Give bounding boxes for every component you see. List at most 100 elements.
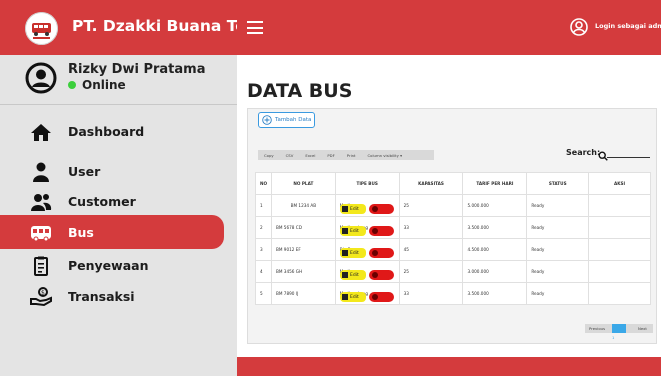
search-icon	[598, 146, 608, 161]
delete-icon	[372, 294, 378, 300]
sidebar-item-label: Penyewaan	[68, 257, 149, 273]
cell-no: 3	[255, 238, 272, 261]
pagination: Previous 1 Next	[585, 324, 653, 340]
sidebar-item-customer[interactable]: Customer	[0, 184, 237, 218]
sidebar: PT. Dzakki Buana Tour Rizky Dwi Pratama …	[0, 0, 265, 376]
cell-kapasitas: 25	[398, 260, 464, 283]
cell-tarif: 5.000.000	[462, 194, 528, 217]
hamburger-menu-icon[interactable]	[247, 21, 263, 34]
edit-icon	[342, 206, 348, 212]
add-data-button[interactable]: Tambah Data	[258, 112, 315, 128]
pager-next[interactable]: Next	[638, 326, 647, 331]
cell-tarif: 3.000.000	[462, 260, 528, 283]
edit-label: Edit	[350, 206, 359, 212]
cell-status: Ready	[526, 282, 590, 305]
cell-tarif: 3.500.000	[462, 282, 528, 305]
cell-plat: BM 5678 CD	[270, 216, 336, 239]
plus-circle-icon	[262, 115, 272, 125]
table-row: 2 BM 5678 CD Medium Long 33 3.500.000 Re…	[255, 216, 651, 239]
table-row: 5 BM 7890 IJ Medium Long 33 3.500.000 Re…	[255, 282, 651, 305]
column-header[interactable]: TARIF PER HARI	[462, 172, 528, 195]
cell-no: 5	[255, 282, 272, 305]
cell-kapasitas: 33	[398, 282, 464, 305]
export-excel-button[interactable]: Excel	[299, 153, 321, 158]
edit-icon	[342, 294, 348, 300]
edit-icon	[342, 272, 348, 278]
edit-button[interactable]: Edit	[340, 270, 366, 280]
delete-icon	[372, 272, 378, 278]
online-dot	[68, 81, 76, 89]
edit-button[interactable]: Edit	[340, 248, 366, 258]
brand-name: PT. Dzakki Buana Tour	[72, 17, 265, 35]
column-header[interactable]: NO	[255, 172, 272, 195]
cell-status: Ready	[526, 216, 590, 239]
sidebar-item-bus[interactable]: Bus	[0, 215, 224, 249]
user-status: Online	[68, 78, 126, 92]
table-header-row: NO NO PLAT TIPE BUS KAPASITAS TARIF PER …	[255, 172, 651, 195]
export-toolbar: Copy CSV Excel PDF Print Column visibili…	[258, 150, 434, 160]
sidebar-item-label: Dashboard	[68, 123, 145, 139]
export-copy-button[interactable]: Copy	[258, 153, 280, 158]
cell-plat: BM 3456 GH	[270, 260, 336, 283]
brand-logo[interactable]	[25, 12, 58, 45]
cell-status: Ready	[526, 238, 590, 261]
cell-aksi	[588, 282, 651, 305]
edit-label: Edit	[350, 272, 359, 278]
edit-label: Edit	[350, 228, 359, 234]
sidebar-item-transaksi[interactable]: $ Transaksi	[0, 279, 237, 313]
cell-aksi	[588, 260, 651, 283]
delete-button[interactable]	[369, 204, 394, 214]
pager-previous[interactable]: Previous	[589, 326, 605, 331]
cell-kapasitas: 33	[398, 216, 464, 239]
cell-no: 4	[255, 260, 272, 283]
cell-plat: BM 9012 EF	[270, 238, 336, 261]
edit-icon	[342, 228, 348, 234]
user-avatar-icon	[25, 62, 57, 94]
footer-bar	[237, 357, 661, 376]
sidebar-item-label: Transaksi	[68, 288, 135, 304]
user-name: Rizky Dwi Pratama	[68, 62, 206, 77]
sidebar-item-penyewaan[interactable]: Penyewaan	[0, 248, 237, 282]
delete-button[interactable]	[369, 270, 394, 280]
export-print-button[interactable]: Print	[341, 153, 362, 158]
app: PT. Dzakki Buana Tour Rizky Dwi Pratama …	[0, 0, 661, 376]
table-row: 3 BM 9012 EF Big Bus 45 4.500.000 Ready	[255, 238, 651, 261]
pager-current-page[interactable]: 1	[612, 324, 626, 340]
svg-text:$: $	[41, 290, 45, 297]
export-csv-button[interactable]: CSV	[280, 153, 300, 158]
cell-aksi	[588, 194, 651, 217]
delete-icon	[372, 250, 378, 256]
cell-aksi	[588, 238, 651, 261]
account-circle-icon[interactable]	[570, 18, 588, 36]
sidebar-item-label: Bus	[68, 224, 94, 240]
export-pdf-button[interactable]: PDF	[321, 153, 340, 158]
sidebar-item-label: Customer	[68, 193, 136, 209]
edit-button[interactable]: Edit	[340, 204, 366, 214]
table-row: 1 BM 1234 AB Medium 25 5.000.000 Ready	[255, 194, 651, 217]
column-header[interactable]: TIPE BUS	[334, 172, 400, 195]
search-input[interactable]	[607, 157, 650, 158]
delete-button[interactable]	[369, 248, 394, 258]
column-visibility-button[interactable]: Column visibility ▾	[362, 153, 409, 158]
delete-icon	[372, 228, 378, 234]
cell-kapasitas: 45	[398, 238, 464, 261]
edit-button[interactable]: Edit	[340, 226, 366, 236]
sidebar-item-dashboard[interactable]: Dashboard	[0, 114, 237, 148]
column-header[interactable]: STATUS	[526, 172, 590, 195]
delete-button[interactable]	[369, 226, 394, 236]
delete-button[interactable]	[369, 292, 394, 302]
cell-kapasitas: 25	[398, 194, 464, 217]
login-as-label[interactable]: Login sebagai admin	[595, 22, 661, 30]
edit-button[interactable]: Edit	[340, 292, 366, 302]
cell-status: Ready	[526, 194, 590, 217]
user-status-label: Online	[82, 78, 126, 92]
column-header[interactable]: KAPASITAS	[398, 172, 464, 195]
cell-plat: BM 1234 AB	[270, 194, 336, 217]
column-header[interactable]: NO PLAT	[270, 172, 336, 195]
delete-icon	[372, 206, 378, 212]
sidebar-item-user[interactable]: User	[0, 154, 237, 188]
search-label: Search:	[566, 148, 601, 157]
table-row: 4 BM 3456 GH Medium 25 3.000.000 Ready	[255, 260, 651, 283]
clipboard-icon	[30, 256, 52, 276]
cell-plat: BM 7890 IJ	[270, 282, 336, 305]
